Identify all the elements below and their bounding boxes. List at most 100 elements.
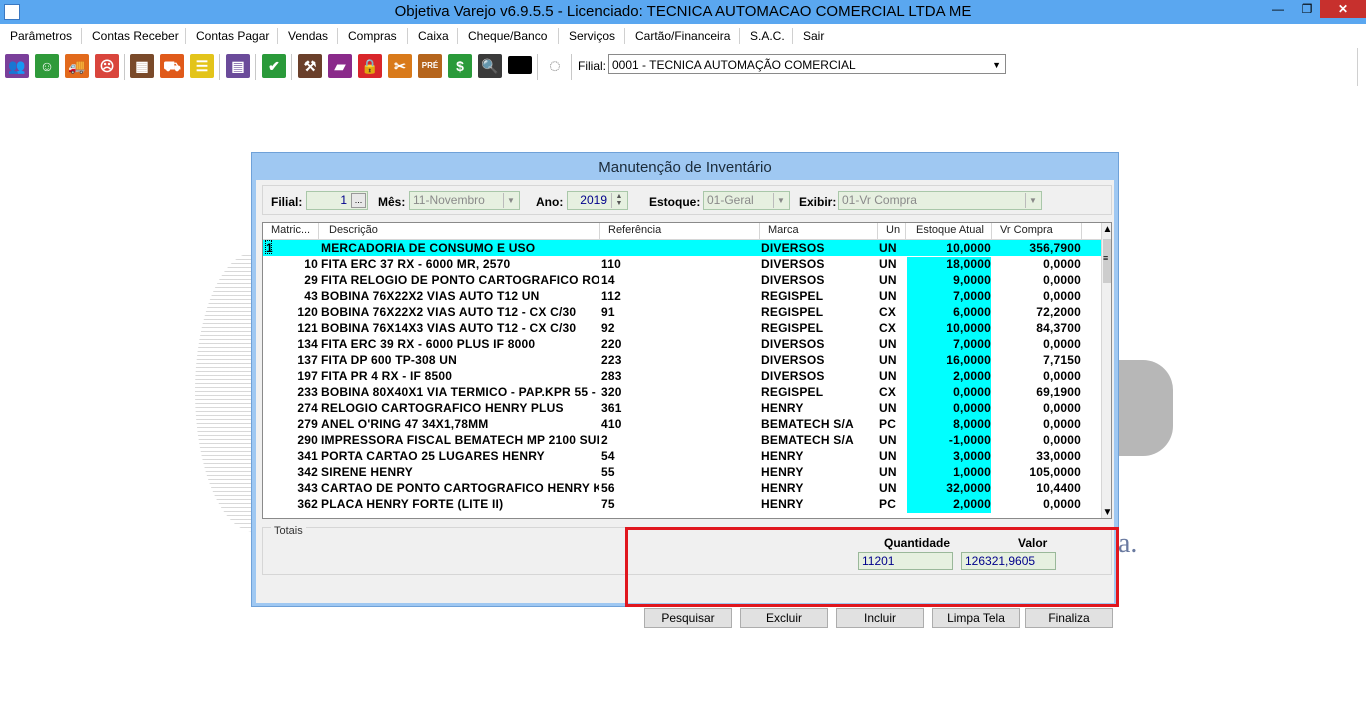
cell-marca: DIVERSOS: [761, 337, 825, 351]
table-row[interactable]: 197 FITA PR 4 RX - IF 8500 283 DIVERSOS …: [263, 368, 1101, 385]
menu-caixa[interactable]: Caixa: [418, 29, 449, 43]
table-row[interactable]: 279 ANEL O'RING 47 34X1,78MM 410 BEMATEC…: [263, 416, 1101, 433]
cell-referencia: 223: [601, 353, 622, 367]
lookup-button[interactable]: ...: [351, 193, 366, 208]
menu-separator: [185, 28, 186, 44]
cell-referencia: 54: [601, 449, 615, 463]
cell-vr-compra: 0,0000: [1043, 257, 1081, 271]
cell-descricao: FITA DP 600 TP-308 UN: [321, 353, 458, 367]
table-row[interactable]: 137 FITA DP 600 TP-308 UN 223 DIVERSOS U…: [263, 352, 1101, 369]
estoque-filter-select[interactable]: 01-Geral ▼: [703, 191, 790, 210]
cell-vr-compra: 10,4400: [1036, 481, 1081, 495]
users-icon[interactable]: 👥: [5, 54, 29, 78]
table-row[interactable]: 134 FITA ERC 39 RX - 6000 PLUS IF 8000 2…: [263, 336, 1101, 353]
cell-focus-cursor: [265, 240, 272, 254]
column-header-un[interactable]: Un: [886, 224, 900, 236]
table-row[interactable]: 43 BOBINA 76X22X2 VIAS AUTO T12 UN 112 R…: [263, 288, 1101, 305]
column-header-referencia[interactable]: Referência: [608, 224, 661, 236]
filial-filter-input[interactable]: 1 ...: [306, 191, 368, 210]
basket-icon[interactable]: ⛟: [160, 54, 184, 78]
menu-contas-receber[interactable]: Contas Receber: [92, 29, 179, 43]
incluir-button[interactable]: Incluir: [836, 608, 924, 628]
cell-descricao: ANEL O'RING 47 34X1,78MM: [321, 417, 489, 431]
calculator-icon[interactable]: ▤: [226, 54, 250, 78]
column-header-estoque-atual[interactable]: Estoque Atual: [916, 224, 984, 236]
table-row[interactable]: 120 BOBINA 76X22X2 VIAS AUTO T12 - CX C/…: [263, 304, 1101, 321]
search-icon[interactable]: 🔍: [478, 54, 502, 78]
scroll-up-icon[interactable]: ▲: [1102, 223, 1111, 237]
filial-select[interactable]: 0001 - TECNICA AUTOMAÇÃO COMERCIAL ▼: [608, 54, 1006, 74]
black-square-icon[interactable]: [508, 56, 532, 74]
mes-filter-select[interactable]: 11-Novembro ▼: [409, 191, 520, 210]
cell-descricao: FITA RELOGIO DE PONTO CARTOGRAFICO RO: [321, 273, 599, 287]
ano-filter-input[interactable]: 2019 ▲ ▼: [567, 191, 628, 210]
table-row[interactable]: 1 MERCADORIA DE CONSUMO E USO DIVERSOS U…: [263, 240, 1101, 256]
toolbar-separator: [124, 54, 125, 80]
menu-separator: [81, 28, 82, 44]
pre-sale-icon[interactable]: PRÉ: [418, 54, 442, 78]
column-header-matricula[interactable]: Matric...: [271, 224, 310, 236]
lock-icon[interactable]: 🔒: [358, 54, 382, 78]
cell-marca: REGISPEL: [761, 385, 824, 399]
finaliza-button[interactable]: Finaliza: [1025, 608, 1113, 628]
menu-vendas[interactable]: Vendas: [288, 29, 328, 43]
table-row[interactable]: 10 FITA ERC 37 RX - 6000 MR, 2570 110 DI…: [263, 256, 1101, 273]
cell-estoque-atual: 7,0000: [953, 289, 991, 303]
exibir-filter-select[interactable]: 01-Vr Compra ▼: [838, 191, 1042, 210]
cell-matricula: 10: [304, 257, 318, 271]
menu-compras[interactable]: Compras: [348, 29, 397, 43]
dollar-icon[interactable]: $: [448, 54, 472, 78]
limpa-tela-button[interactable]: Limpa Tela: [932, 608, 1020, 628]
menu-cartao-financeira[interactable]: Cartão/Financeira: [635, 29, 730, 43]
maximize-button[interactable]: ❐: [1293, 0, 1321, 18]
list-icon[interactable]: ☰: [190, 54, 214, 78]
pesquisar-button[interactable]: Pesquisar: [644, 608, 732, 628]
menu-sac[interactable]: S.A.C.: [750, 29, 785, 43]
inventory-grid[interactable]: Matric... Descrição Referência Marca Un …: [262, 222, 1112, 519]
smile-icon[interactable]: ☺: [35, 54, 59, 78]
close-button[interactable]: ✕: [1320, 0, 1366, 18]
scroll-down-icon[interactable]: ▼: [1102, 506, 1111, 518]
table-row[interactable]: 341 PORTA CARTAO 25 LUGARES HENRY 54 HEN…: [263, 448, 1101, 465]
spin-arrows-icon[interactable]: ▲ ▼: [611, 193, 626, 208]
minimize-button[interactable]: —: [1264, 0, 1292, 18]
cell-vr-compra: 84,3700: [1036, 321, 1081, 335]
menu-sair[interactable]: Sair: [803, 29, 824, 43]
table-row[interactable]: 29 FITA RELOGIO DE PONTO CARTOGRAFICO RO…: [263, 272, 1101, 289]
column-header-marca[interactable]: Marca: [768, 224, 799, 236]
truck-icon[interactable]: 🚚: [65, 54, 89, 78]
book-icon[interactable]: ▰: [328, 54, 352, 78]
table-row[interactable]: 343 CARTAO DE PONTO CARTOGRAFICO HENRY K…: [263, 480, 1101, 497]
cell-marca: HENRY: [761, 497, 804, 511]
cell-descricao: PLACA HENRY FORTE (LITE II): [321, 497, 504, 511]
column-divider: [905, 223, 906, 239]
column-header-vr-compra[interactable]: Vr Compra: [1000, 224, 1053, 236]
sad-face-icon[interactable]: ☹: [95, 54, 119, 78]
menu-contas-pagar[interactable]: Contas Pagar: [196, 29, 269, 43]
cell-estoque-atual: 7,0000: [953, 337, 991, 351]
menu-parametros[interactable]: Parâmetros: [10, 29, 72, 43]
ano-filter-label: Ano:: [536, 195, 564, 209]
grid-vertical-scrollbar[interactable]: ▲ ≡ ▼: [1101, 223, 1111, 518]
menu-cheque-banco[interactable]: Cheque/Banco: [468, 29, 547, 43]
table-row[interactable]: 362 PLACA HENRY FORTE (LITE II) 75 HENRY…: [263, 496, 1101, 513]
tools-icon[interactable]: ✂: [388, 54, 412, 78]
hammer-icon[interactable]: ⚒: [298, 54, 322, 78]
cell-matricula: 1: [266, 241, 273, 255]
cell-marca: DIVERSOS: [761, 257, 825, 271]
cell-marca: REGISPEL: [761, 305, 824, 319]
table-row[interactable]: 233 BOBINA 80X40X1 VIA TERMICO - PAP.KPR…: [263, 384, 1101, 401]
menu-separator: [558, 28, 559, 44]
excluir-button[interactable]: Excluir: [740, 608, 828, 628]
fiscal-icon[interactable]: ✔: [262, 54, 286, 78]
table-row[interactable]: 121 BOBINA 76X14X3 VIAS AUTO T12 - CX C/…: [263, 320, 1101, 337]
cell-un: CX: [879, 305, 897, 319]
boxes-icon[interactable]: ▦: [130, 54, 154, 78]
column-header-descricao[interactable]: Descrição: [329, 224, 378, 236]
cell-vr-compra: 0,0000: [1043, 337, 1081, 351]
table-row[interactable]: 274 RELOGIO CARTOGRAFICO HENRY PLUS 361 …: [263, 400, 1101, 417]
table-row[interactable]: 290 IMPRESSORA FISCAL BEMATECH MP 2100 S…: [263, 432, 1101, 449]
menu-servicos[interactable]: Serviços: [569, 29, 615, 43]
background-logo-shape: [1118, 360, 1173, 456]
table-row[interactable]: 342 SIRENE HENRY 55 HENRY UN 1,0000 105,…: [263, 464, 1101, 481]
